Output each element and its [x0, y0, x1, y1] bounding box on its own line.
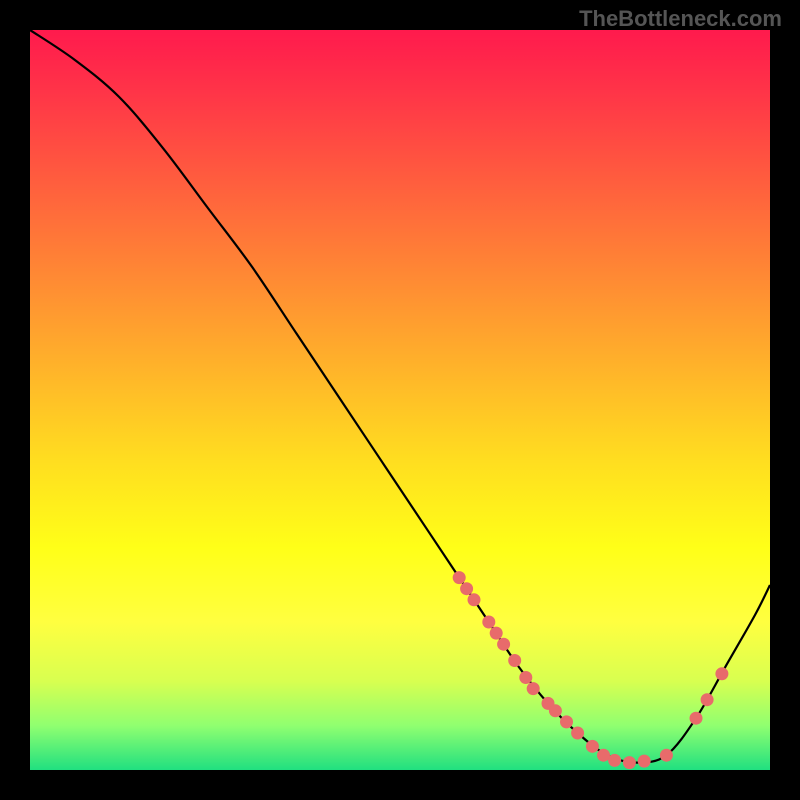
marker-dot — [549, 704, 562, 717]
marker-dot — [527, 682, 540, 695]
marker-dot — [460, 582, 473, 595]
chart-svg — [30, 30, 770, 770]
marker-dot — [482, 616, 495, 629]
marker-dot — [571, 727, 584, 740]
marker-dot — [497, 638, 510, 651]
marker-group — [453, 571, 729, 769]
marker-dot — [701, 693, 714, 706]
watermark-text: TheBottleneck.com — [579, 6, 782, 32]
bottleneck-curve — [30, 30, 770, 763]
marker-dot — [608, 754, 621, 767]
marker-dot — [623, 756, 636, 769]
marker-dot — [519, 671, 532, 684]
marker-dot — [715, 667, 728, 680]
marker-dot — [468, 593, 481, 606]
marker-dot — [508, 654, 521, 667]
marker-dot — [586, 740, 599, 753]
marker-dot — [490, 627, 503, 640]
marker-dot — [597, 749, 610, 762]
marker-dot — [638, 755, 651, 768]
marker-dot — [560, 715, 573, 728]
marker-dot — [453, 571, 466, 584]
marker-dot — [690, 712, 703, 725]
marker-dot — [660, 749, 673, 762]
plot-area — [30, 30, 770, 770]
